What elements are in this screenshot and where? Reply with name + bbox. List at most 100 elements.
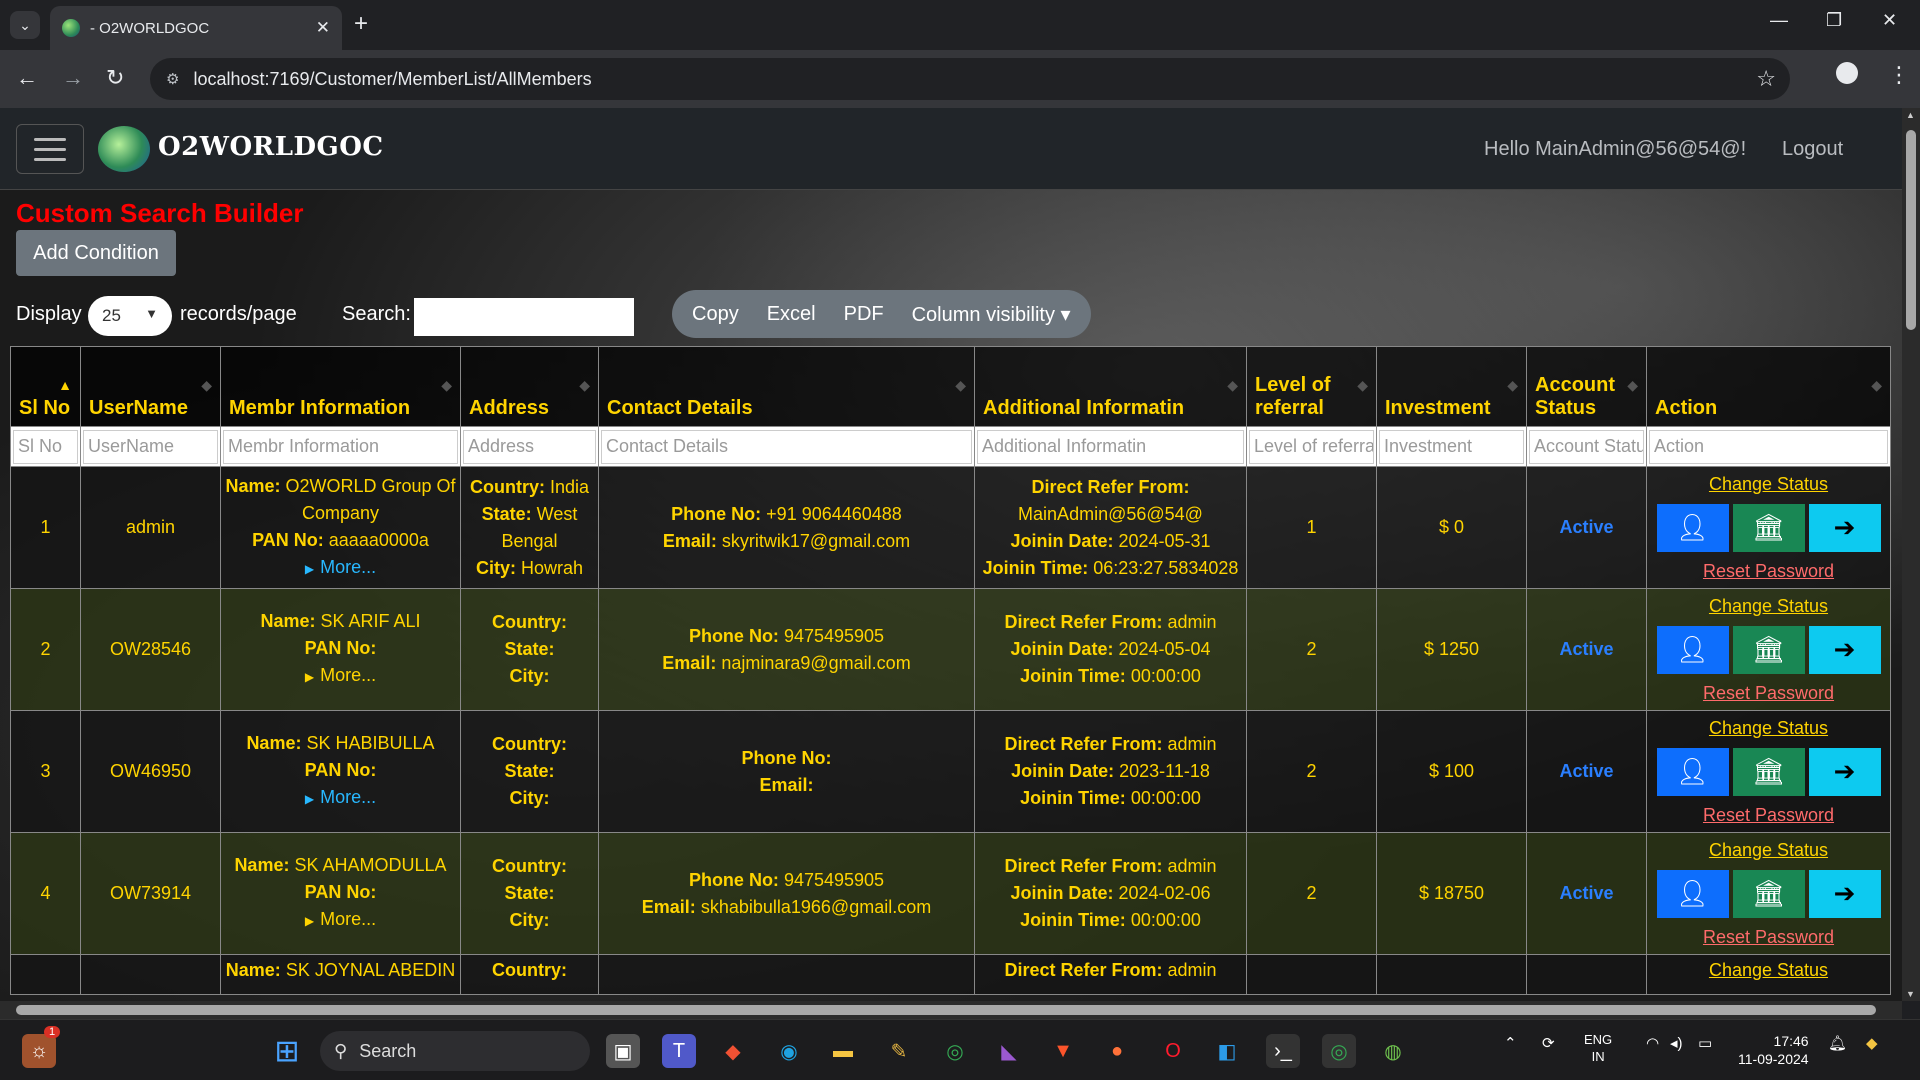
widgets-icon[interactable]: ☼ <box>22 1034 56 1068</box>
header-level-of-referral[interactable]: Level of referral ◆ <box>1246 346 1377 427</box>
pdf-button[interactable]: PDF <box>830 303 898 326</box>
header-additional-info[interactable]: Additional Informatin ◆ <box>974 346 1247 427</box>
header-investment[interactable]: Investment ◆ <box>1376 346 1527 427</box>
change-status-link[interactable]: Change Status <box>1651 471 1886 498</box>
visual-studio-icon[interactable]: ◣ <box>992 1034 1026 1068</box>
change-status-link[interactable]: Change Status <box>1651 957 1886 984</box>
filter-input-account-status[interactable] <box>1529 429 1644 464</box>
task-view-icon[interactable]: ▣ <box>606 1034 640 1068</box>
paint-icon[interactable]: ✎ <box>882 1034 916 1068</box>
header-account-status[interactable]: Account Status ◆ <box>1526 346 1647 427</box>
header-member-info[interactable]: Membr Information ◆ <box>220 346 461 427</box>
teams-icon[interactable]: T <box>662 1034 696 1068</box>
change-status-link[interactable]: Change Status <box>1651 837 1886 864</box>
more-toggle[interactable]: ▶ More... <box>225 906 456 935</box>
filter-input-sl-no[interactable] <box>13 429 78 464</box>
tab-search-button[interactable]: ⌄ <box>10 11 40 39</box>
browser-tab[interactable]: - O2WORLDGOC ✕ <box>50 6 342 50</box>
header-sl-no[interactable]: Sl No ▲ <box>10 346 81 427</box>
close-window-icon[interactable]: ✕ <box>1882 10 1897 31</box>
opera-icon[interactable]: O <box>1156 1034 1190 1068</box>
chrome-icon[interactable]: ◎ <box>1322 1034 1356 1068</box>
copilot-icon[interactable]: ◆ <box>1866 1034 1878 1052</box>
reset-password-link[interactable]: Reset Password <box>1651 802 1886 829</box>
logout-link[interactable]: Logout <box>1782 138 1843 161</box>
more-toggle[interactable]: ▶ More... <box>225 662 456 691</box>
column-visibility-button[interactable]: Column visibility ▾ <box>898 302 1085 327</box>
header-username[interactable]: UserName ◆ <box>80 346 221 427</box>
filter-input-additional-info[interactable] <box>977 429 1244 464</box>
excel-button[interactable]: Excel <box>753 303 830 326</box>
filter-input-member-info[interactable] <box>223 429 458 464</box>
edge-icon[interactable]: ◉ <box>772 1034 806 1068</box>
notification-bell-icon[interactable]: 🔔︎ <box>1828 1034 1847 1052</box>
brand-name[interactable]: O2WORLDGOC <box>158 132 384 162</box>
terminal-icon[interactable]: ›_ <box>1266 1034 1300 1068</box>
filter-input-username[interactable] <box>83 429 218 464</box>
firefox-icon[interactable]: ● <box>1100 1034 1134 1068</box>
profile-icon[interactable] <box>1836 62 1858 84</box>
login-as-user-icon[interactable]: ➔ <box>1808 869 1881 918</box>
horizontal-scrollbar[interactable] <box>0 1001 1902 1019</box>
edit-user-icon[interactable]: 👤︎ <box>1656 869 1729 918</box>
system-clock[interactable]: 17:46 11-09-2024 <box>1738 1032 1809 1068</box>
browser-menu-icon[interactable]: ⋮ <box>1888 62 1910 88</box>
scroll-down-icon[interactable]: ▼ <box>1906 989 1915 999</box>
page-length-select[interactable]: 25 ▼ <box>88 296 172 336</box>
hamburger-menu-button[interactable] <box>16 124 84 174</box>
language-indicator[interactable]: ENG IN <box>1584 1031 1612 1065</box>
bank-details-icon[interactable]: 🏛︎ <box>1732 869 1805 918</box>
scroll-up-icon[interactable]: ▲ <box>1906 110 1915 120</box>
close-tab-icon[interactable]: ✕ <box>316 18 330 38</box>
change-status-link[interactable]: Change Status <box>1651 715 1886 742</box>
file-explorer-icon[interactable]: ▬ <box>826 1034 860 1068</box>
vertical-scroll-thumb[interactable] <box>1906 130 1916 330</box>
header-contact-details[interactable]: Contact Details ◆ <box>598 346 975 427</box>
header-address[interactable]: Address ◆ <box>460 346 599 427</box>
bank-details-icon[interactable]: 🏛︎ <box>1732 747 1805 796</box>
battery-icon[interactable]: ▭ <box>1698 1034 1712 1052</box>
reset-password-link[interactable]: Reset Password <box>1651 924 1886 951</box>
change-status-link[interactable]: Change Status <box>1651 593 1886 620</box>
tray-overflow-icon[interactable]: ⌃ <box>1504 1034 1517 1052</box>
filter-input-action[interactable] <box>1649 429 1888 464</box>
back-icon[interactable]: ← <box>16 65 38 91</box>
vscode-icon[interactable]: ◧ <box>1210 1034 1244 1068</box>
reset-password-link[interactable]: Reset Password <box>1651 558 1886 585</box>
filter-input-investment[interactable] <box>1379 429 1524 464</box>
reset-password-link[interactable]: Reset Password <box>1651 680 1886 707</box>
table-search-input[interactable] <box>414 298 634 336</box>
edit-user-icon[interactable]: 👤︎ <box>1656 503 1729 552</box>
filter-input-level[interactable] <box>1249 429 1374 464</box>
volume-icon[interactable]: ◂) <box>1670 1034 1683 1052</box>
vertical-scrollbar[interactable]: ▲ ▼ <box>1902 108 1920 1001</box>
wifi-icon[interactable]: ◠ <box>1646 1034 1659 1052</box>
windows-start-icon[interactable]: ⊞ <box>270 1034 304 1068</box>
git-icon[interactable]: ◆ <box>716 1034 750 1068</box>
add-condition-button[interactable]: Add Condition <box>16 230 176 276</box>
brave-icon[interactable]: ▼ <box>1046 1034 1080 1068</box>
site-info-icon[interactable]: ⚙ <box>166 70 179 88</box>
more-toggle[interactable]: ▶ More... <box>225 554 456 583</box>
greeting-text[interactable]: Hello MainAdmin@56@54@! <box>1484 138 1746 161</box>
address-bar[interactable]: ⚙ localhost:7169/Customer/MemberList/All… <box>150 58 1790 100</box>
o2world-app-icon[interactable]: ◍ <box>1376 1034 1410 1068</box>
forward-icon[interactable]: → <box>62 65 84 91</box>
copy-button[interactable]: Copy <box>678 303 753 326</box>
bookmark-star-icon[interactable]: ☆ <box>1756 66 1776 92</box>
restore-icon[interactable]: ❐ <box>1826 10 1842 31</box>
edit-user-icon[interactable]: 👤︎ <box>1656 747 1729 796</box>
horizontal-scroll-thumb[interactable] <box>16 1005 1876 1015</box>
login-as-user-icon[interactable]: ➔ <box>1808 625 1881 674</box>
filter-input-contact-details[interactable] <box>601 429 972 464</box>
minimize-icon[interactable]: — <box>1770 10 1788 31</box>
more-toggle[interactable]: ▶ More... <box>225 784 456 813</box>
header-action[interactable]: Action ◆ <box>1646 346 1891 427</box>
bank-details-icon[interactable]: 🏛︎ <box>1732 503 1805 552</box>
new-tab-icon[interactable]: + <box>354 10 368 38</box>
taskbar-search-box[interactable]: ⚲ Search <box>320 1031 590 1071</box>
login-as-user-icon[interactable]: ➔ <box>1808 747 1881 796</box>
chrome-dev-icon[interactable]: ◎ <box>938 1034 972 1068</box>
bank-details-icon[interactable]: 🏛︎ <box>1732 625 1805 674</box>
reload-icon[interactable]: ↻ <box>106 65 124 91</box>
